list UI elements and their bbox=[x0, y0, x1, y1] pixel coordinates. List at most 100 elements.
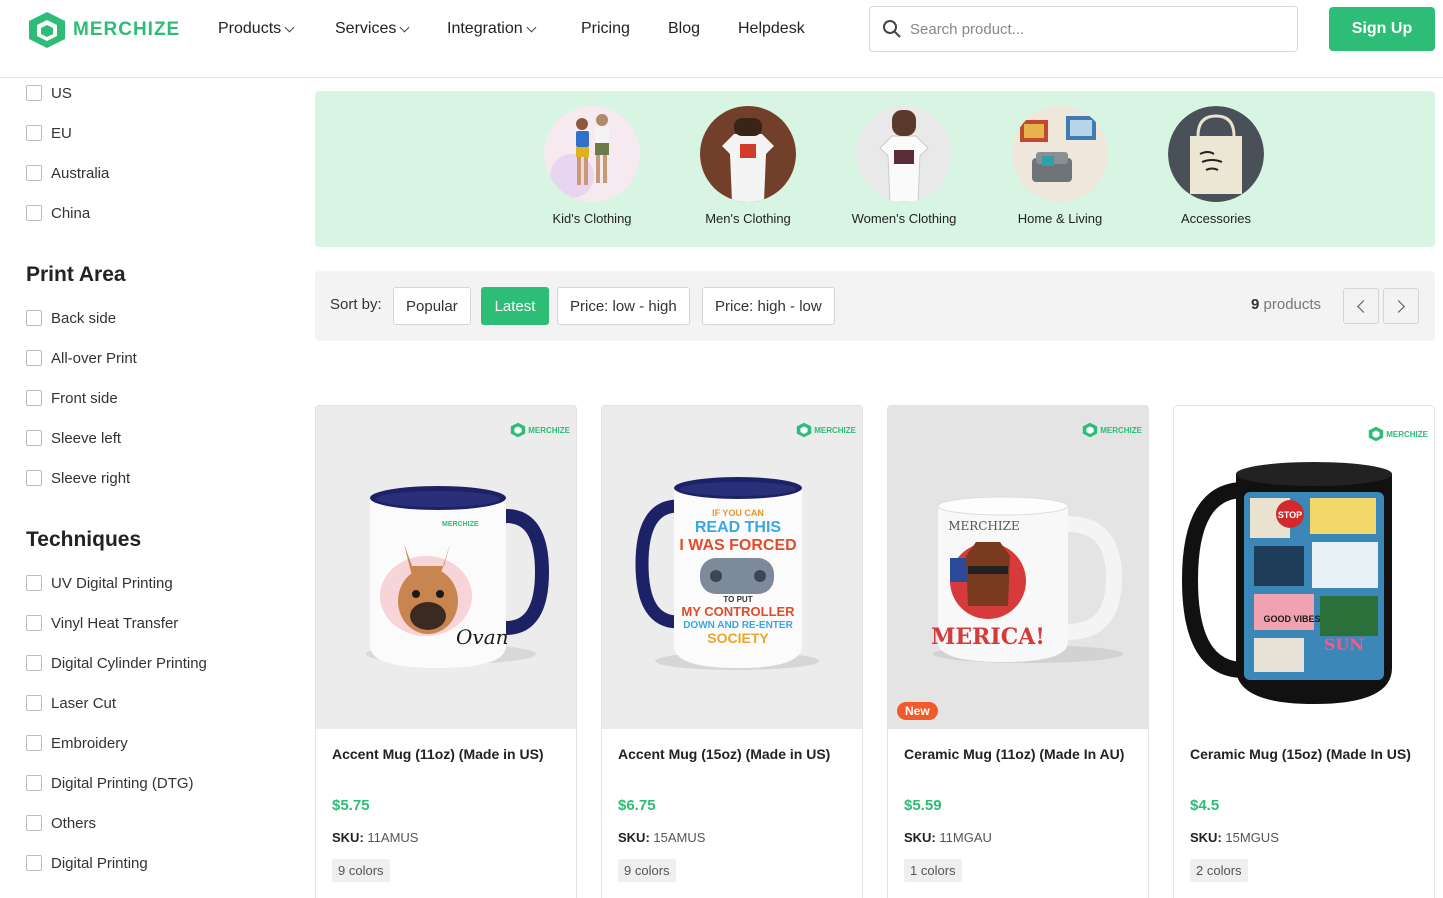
main-nav: Products Services Integration Pricing Bl… bbox=[218, 18, 805, 40]
checkbox[interactable] bbox=[26, 125, 42, 141]
sku-value: 11MGAU bbox=[939, 830, 992, 845]
filter-option-australia[interactable]: Australia bbox=[26, 153, 286, 193]
sku-label: SKU: bbox=[618, 830, 650, 845]
mug-print-text: IF YOU CAN bbox=[712, 508, 764, 518]
print-area-filter-group: Back side All-over Print Front side Slee… bbox=[26, 298, 286, 498]
nav-integration[interactable]: Integration bbox=[447, 18, 581, 40]
category-kids-clothing[interactable]: Kid's Clothing bbox=[514, 106, 670, 226]
chevron-down-icon bbox=[284, 22, 295, 32]
product-price: $6.75 bbox=[618, 797, 656, 814]
product-price: $4.5 bbox=[1190, 797, 1220, 814]
mug-print-text: GOOD VIBES bbox=[1263, 614, 1320, 624]
product-count-suffix: products bbox=[1263, 296, 1322, 313]
category-mens-clothing[interactable]: Men's Clothing bbox=[670, 106, 826, 226]
category-label: Kid's Clothing bbox=[552, 211, 632, 226]
category-list: Kid's Clothing Men's Clothing Women's Cl… bbox=[514, 106, 1294, 226]
filter-option-sleeve-right[interactable]: Sleeve right bbox=[26, 458, 286, 498]
checkbox[interactable] bbox=[26, 430, 42, 446]
nav-products[interactable]: Products bbox=[218, 18, 335, 40]
nav-pricing[interactable]: Pricing bbox=[581, 18, 668, 40]
home-living-image bbox=[1012, 106, 1108, 202]
category-home-living[interactable]: Home & Living bbox=[982, 106, 1138, 226]
filter-option-digital-printing-dtg[interactable]: Digital Printing (DTG) bbox=[26, 763, 286, 803]
filter-option-china[interactable]: China bbox=[26, 193, 286, 233]
filter-option-label: Vinyl Heat Transfer bbox=[51, 614, 179, 632]
checkbox[interactable] bbox=[26, 310, 42, 326]
filter-option-label: Digital Cylinder Printing bbox=[51, 654, 207, 672]
filter-option-all-over-print[interactable]: All-over Print bbox=[26, 338, 286, 378]
sort-latest-button[interactable]: Latest bbox=[481, 287, 549, 325]
filter-option-label: All-over Print bbox=[51, 349, 137, 367]
search-box[interactable] bbox=[869, 6, 1298, 52]
product-title[interactable]: Ceramic Mug (11oz) (Made In AU) bbox=[904, 746, 1124, 762]
filter-option-digital-cylinder-printing[interactable]: Digital Cylinder Printing bbox=[26, 643, 286, 683]
filter-option-others[interactable]: Others bbox=[26, 803, 286, 843]
checkbox[interactable] bbox=[26, 655, 42, 671]
filter-option-vinyl-heat-transfer[interactable]: Vinyl Heat Transfer bbox=[26, 603, 286, 643]
womens-clothing-image bbox=[856, 106, 952, 202]
filter-option-sleeve-left[interactable]: Sleeve left bbox=[26, 418, 286, 458]
checkbox[interactable] bbox=[26, 205, 42, 221]
category-label: Home & Living bbox=[1017, 211, 1103, 226]
checkbox[interactable] bbox=[26, 85, 42, 101]
next-page-button[interactable] bbox=[1383, 288, 1419, 324]
sign-up-button[interactable]: Sign Up bbox=[1329, 7, 1435, 51]
checkbox[interactable] bbox=[26, 695, 42, 711]
product-card[interactable]: MERCHIZE MERICA! MERCHIZE New Ceramic Mu… bbox=[887, 405, 1149, 898]
filter-option-front-side[interactable]: Front side bbox=[26, 378, 286, 418]
sort-popular-button[interactable]: Popular bbox=[393, 287, 471, 325]
mug-print-text: SOCIETY bbox=[707, 630, 769, 646]
nav-services-label: Services bbox=[335, 20, 397, 37]
checkbox[interactable] bbox=[26, 575, 42, 591]
product-title[interactable]: Ceramic Mug (15oz) (Made In US) bbox=[1190, 746, 1411, 762]
product-image[interactable]: MERCHIZE Ovan MERCHIZE bbox=[316, 406, 576, 729]
filter-option-label: Australia bbox=[51, 164, 110, 182]
nav-blog[interactable]: Blog bbox=[668, 18, 738, 40]
nav-helpdesk-label: Helpdesk bbox=[738, 20, 805, 37]
chevron-down-icon bbox=[526, 22, 537, 32]
filter-option-digital-printing[interactable]: Digital Printing bbox=[26, 843, 286, 883]
chevron-down-icon bbox=[399, 22, 410, 32]
product-colors-badge: 1 colors bbox=[904, 859, 962, 882]
sort-price-high-low-button[interactable]: Price: high - low bbox=[702, 287, 835, 325]
ceramic-mug-11oz-image: MERCHIZE MERICA! bbox=[888, 406, 1148, 729]
filter-option-laser-cut[interactable]: Laser Cut bbox=[26, 683, 286, 723]
merchize-logo[interactable]: MERCHIZE bbox=[27, 11, 180, 49]
checkbox[interactable] bbox=[26, 735, 42, 751]
filter-option-label: Sleeve left bbox=[51, 429, 122, 447]
sort-price-low-high-button[interactable]: Price: low - high bbox=[557, 287, 690, 325]
category-womens-clothing[interactable]: Women's Clothing bbox=[826, 106, 982, 226]
product-title[interactable]: Accent Mug (11oz) (Made in US) bbox=[332, 746, 544, 762]
search-input[interactable] bbox=[910, 20, 1270, 38]
product-card[interactable]: STOP GOOD VIBES SUN MERCHIZE Ceramic Mug… bbox=[1173, 405, 1435, 898]
category-accessories[interactable]: Accessories bbox=[1138, 106, 1294, 226]
checkbox[interactable] bbox=[26, 165, 42, 181]
sku-label: SKU: bbox=[904, 830, 936, 845]
checkbox[interactable] bbox=[26, 775, 42, 791]
checkbox[interactable] bbox=[26, 350, 42, 366]
prev-page-button[interactable] bbox=[1343, 288, 1379, 324]
product-image[interactable]: STOP GOOD VIBES SUN MERCHIZE bbox=[1174, 406, 1434, 729]
product-colors-badge: 9 colors bbox=[332, 859, 390, 882]
filter-option-embroidery[interactable]: Embroidery bbox=[26, 723, 286, 763]
filter-option-us[interactable]: US bbox=[26, 73, 286, 113]
filter-option-eu[interactable]: EU bbox=[26, 113, 286, 153]
checkbox[interactable] bbox=[26, 815, 42, 831]
filter-option-back-side[interactable]: Back side bbox=[26, 298, 286, 338]
filter-option-uv-digital-printing[interactable]: UV Digital Printing bbox=[26, 563, 286, 603]
checkbox[interactable] bbox=[26, 855, 42, 871]
nav-services[interactable]: Services bbox=[335, 18, 447, 40]
checkbox[interactable] bbox=[26, 470, 42, 486]
kids-clothing-image bbox=[544, 106, 640, 202]
checkbox[interactable] bbox=[26, 390, 42, 406]
new-badge: New bbox=[897, 702, 938, 720]
product-title[interactable]: Accent Mug (15oz) (Made in US) bbox=[618, 746, 830, 762]
product-image[interactable]: MERCHIZE MERICA! MERCHIZE New bbox=[888, 406, 1148, 729]
product-image[interactable]: IF YOU CAN READ THIS I WAS FORCED TO PUT… bbox=[602, 406, 862, 729]
nav-helpdesk[interactable]: Helpdesk bbox=[738, 18, 805, 40]
product-count-number: 9 bbox=[1251, 296, 1260, 313]
checkbox[interactable] bbox=[26, 615, 42, 631]
merchize-logo-icon bbox=[797, 422, 812, 438]
product-card[interactable]: MERCHIZE Ovan MERCHIZE Accent Mug (11oz)… bbox=[315, 405, 577, 898]
product-card[interactable]: IF YOU CAN READ THIS I WAS FORCED TO PUT… bbox=[601, 405, 863, 898]
